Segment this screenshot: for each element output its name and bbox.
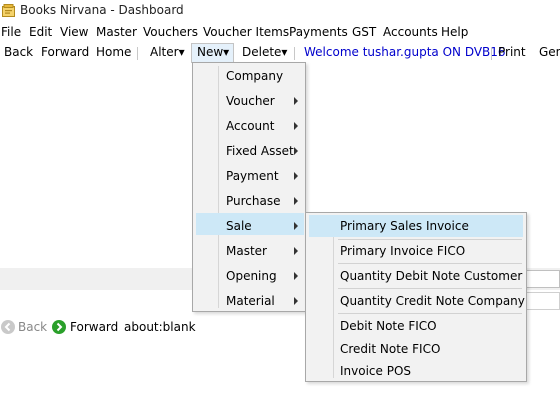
menu-item-credit-note-fico[interactable]: Credit Note FICO [309, 338, 523, 360]
menu-item-opening[interactable]: Opening [196, 265, 302, 287]
menu-master[interactable]: Master [96, 25, 137, 39]
toolbar-delete-button[interactable]: Delete▾ [242, 45, 287, 59]
menu-item-master[interactable]: Master [196, 240, 302, 262]
menu-separator [338, 288, 522, 289]
toolbar-forward-button[interactable]: Forward [41, 45, 89, 59]
toolbar-new-button[interactable]: New▾ [197, 45, 229, 59]
menu-accounts[interactable]: Accounts [383, 25, 438, 39]
toolbar-separator [137, 47, 138, 60]
menu-item-label: Primary Sales Invoice [340, 219, 469, 233]
menu-vouchers[interactable]: Vouchers [143, 25, 198, 39]
toolbar-separator [491, 47, 492, 60]
menu-file[interactable]: File [1, 25, 21, 39]
menu-help[interactable]: Help [441, 25, 468, 39]
menu-item-label: Debit Note FICO [340, 319, 437, 333]
menu-item-label: Quantity Debit Note Customer [340, 269, 523, 283]
menu-bar: File Edit View Master Vouchers Voucher I… [0, 23, 560, 43]
right-input-field[interactable] [522, 270, 560, 288]
menu-item-sale[interactable]: Sale [196, 213, 304, 235]
menu-item-material[interactable]: Material [196, 290, 302, 312]
submenu-arrow-icon [294, 272, 298, 280]
menu-item-label: Sale [226, 219, 252, 233]
menu-item-label: Invoice POS [340, 364, 412, 378]
menu-item-purchase[interactable]: Purchase [196, 190, 302, 212]
menu-item-fixed-asset[interactable]: Fixed Asset [196, 140, 302, 162]
toolbar-gen-button[interactable]: Gen [539, 45, 560, 59]
submenu-arrow-icon [294, 122, 298, 130]
app-icon [2, 4, 15, 17]
menu-item-label: Material [226, 294, 275, 308]
new-dropdown-menu: Company Voucher Account Fixed Asset Paym… [192, 62, 306, 312]
menu-item-label: Credit Note FICO [340, 342, 441, 356]
toolbar: Back Forward Home Alter▾ New▾ Delete▾ We… [0, 43, 560, 63]
submenu-arrow-icon [294, 297, 298, 305]
menu-item-label: Voucher [226, 94, 275, 108]
menu-item-primary-invoice-fico[interactable]: Primary Invoice FICO [309, 240, 523, 262]
toolbar-separator [294, 47, 295, 60]
browser-forward-button[interactable]: Forward [70, 320, 118, 334]
menu-item-invoice-pos[interactable]: Invoice POS [309, 360, 523, 382]
menu-item-label: Fixed Asset [226, 144, 294, 158]
menu-item-label: Payment [226, 169, 279, 183]
menu-separator [338, 263, 522, 264]
menu-item-company[interactable]: Company [196, 65, 302, 87]
menu-voucher-items[interactable]: Voucher Items [203, 25, 289, 39]
submenu-arrow-icon [294, 197, 298, 205]
menu-item-quantity-debit-note-customer[interactable]: Quantity Debit Note Customer [309, 265, 523, 287]
menu-item-label: Account [226, 119, 275, 133]
window-title: Books Nirvana - Dashboard [20, 3, 184, 17]
menu-gst[interactable]: GST [352, 25, 376, 39]
browser-back-button[interactable]: Back [18, 320, 47, 334]
menu-item-payment[interactable]: Payment [196, 165, 302, 187]
submenu-arrow-icon [294, 97, 298, 105]
menu-item-label: Master [226, 244, 267, 258]
toolbar-back-button[interactable]: Back [4, 45, 33, 59]
menu-payments[interactable]: Payments [289, 25, 348, 39]
menu-item-label: Company [226, 69, 284, 83]
forward-arrow-icon[interactable] [52, 320, 66, 334]
title-bar: Books Nirvana - Dashboard [0, 0, 560, 22]
submenu-arrow-icon [294, 147, 298, 155]
menu-item-voucher[interactable]: Voucher [196, 90, 302, 112]
welcome-text: Welcome tushar.gupta ON DVB16 [304, 45, 506, 59]
menu-item-debit-note-fico[interactable]: Debit Note FICO [309, 315, 523, 337]
right-input-field[interactable] [522, 292, 560, 310]
toolbar-alter-button[interactable]: Alter▾ [150, 45, 185, 59]
menu-item-label: Purchase [226, 194, 281, 208]
toolbar-home-button[interactable]: Home [96, 45, 131, 59]
menu-item-primary-sales-invoice[interactable]: Primary Sales Invoice [309, 215, 523, 237]
menu-edit[interactable]: Edit [29, 25, 52, 39]
menu-item-label: Primary Invoice FICO [340, 244, 466, 258]
submenu-arrow-icon [294, 247, 298, 255]
menu-item-quantity-credit-note-company[interactable]: Quantity Credit Note Company [309, 290, 525, 312]
menu-separator [338, 313, 522, 314]
menu-item-label: Quantity Credit Note Company [340, 294, 525, 308]
menu-item-account[interactable]: Account [196, 115, 302, 137]
menu-view[interactable]: View [60, 25, 88, 39]
address-bar[interactable]: about:blank [124, 320, 196, 334]
submenu-arrow-icon [294, 222, 298, 230]
menu-item-label: Opening [226, 269, 277, 283]
back-arrow-icon[interactable] [1, 320, 15, 334]
submenu-arrow-icon [294, 172, 298, 180]
toolbar-print-button[interactable]: Print [498, 45, 526, 59]
sale-submenu: Primary Sales Invoice Primary Invoice FI… [305, 212, 527, 382]
